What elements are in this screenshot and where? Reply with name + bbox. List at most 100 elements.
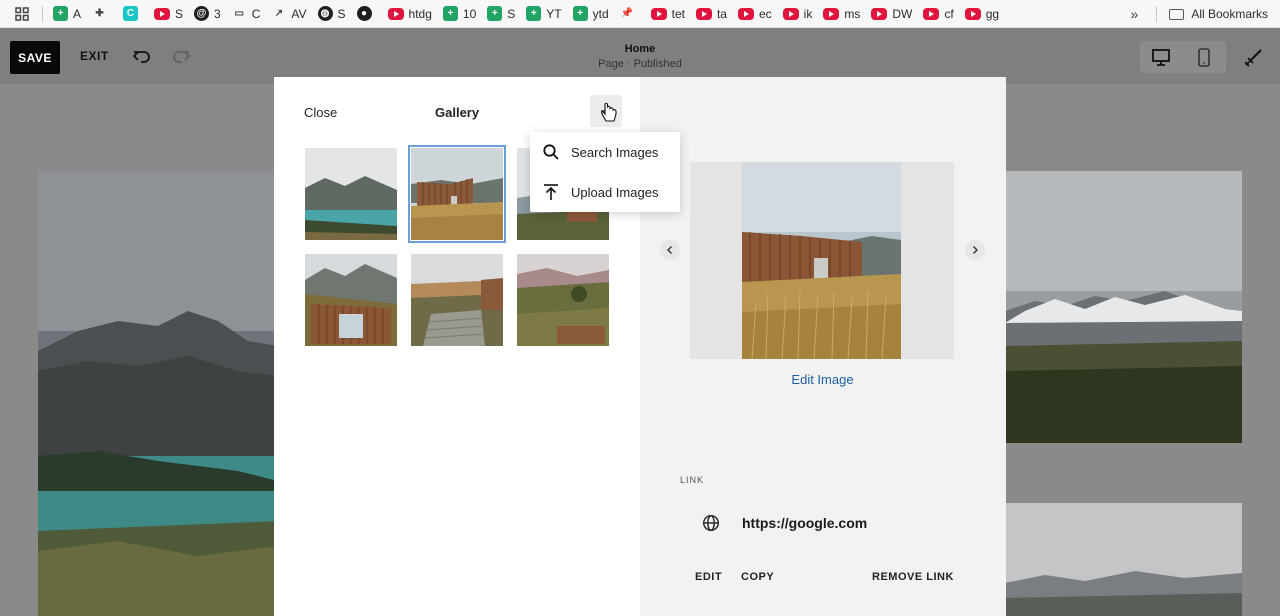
bookmark-item[interactable]: C [123, 4, 143, 24]
bookmark-item[interactable]: S [154, 4, 183, 24]
bookmark-item[interactable]: 📌 [620, 4, 640, 24]
youtube-icon [782, 7, 799, 20]
bookmark-label: tet [671, 6, 685, 21]
design-brush-icon[interactable] [1242, 47, 1264, 69]
link-url[interactable]: https://google.com [742, 515, 867, 531]
edit-link-button[interactable]: EDIT [695, 571, 722, 583]
folder-icon: ▭ [234, 8, 244, 19]
sheets-icon: + [487, 6, 503, 21]
bookmark-item[interactable]: + A [53, 4, 81, 24]
youtube-icon [871, 7, 888, 20]
chart-line-icon: ↗ [274, 8, 284, 19]
gallery-thumbnail-cabin-window[interactable] [305, 254, 397, 346]
upload-images-item[interactable]: Upload Images [530, 172, 680, 212]
gallery-thumbnail-cabin[interactable] [408, 145, 506, 243]
background-lower-image [1005, 503, 1242, 616]
bookmark-label: S [337, 6, 346, 21]
youtube-icon [737, 7, 754, 20]
bookmark-label: cf [944, 6, 954, 21]
bookmark-item[interactable]: ec [737, 4, 772, 24]
search-images-label: Search Images [571, 144, 659, 160]
link-section-label: LINK [680, 475, 705, 485]
close-button[interactable]: Close [304, 105, 337, 120]
search-icon [542, 143, 560, 161]
bookmark-item[interactable]: htdg [387, 4, 432, 24]
page-status: Page · Published [598, 58, 682, 70]
undo-icon[interactable] [132, 47, 152, 67]
youtube-icon [695, 7, 712, 20]
bookmark-label: YT [546, 6, 562, 21]
bookmark-item[interactable]: ik [782, 4, 813, 24]
bookmark-item[interactable]: ta [695, 4, 727, 24]
bookmark-label: ik [803, 6, 813, 21]
bookmark-item[interactable]: ◍ S [317, 4, 346, 24]
bookmark-item[interactable]: + S [487, 4, 515, 24]
exit-button[interactable]: EXIT [80, 49, 109, 63]
c-app-icon: C [123, 6, 139, 21]
bookmark-item[interactable]: gg [964, 4, 999, 24]
sheets-icon: + [526, 6, 542, 21]
bookmarks-bar: + A ✚ C S @3 ▭ C ↗ AV ◍ S ● htdg +10 + S + YT + ytd 📌 tet ta ec i… [0, 0, 1280, 28]
mobile-view-icon[interactable] [1196, 47, 1212, 69]
bookmark-item[interactable]: +10 [442, 4, 477, 24]
youtube-icon [923, 7, 940, 20]
sheets-icon: + [53, 6, 68, 21]
bookmark-item[interactable]: + ytd [572, 4, 609, 24]
sheets-icon: + [442, 6, 458, 21]
bookmark-label: C [251, 6, 261, 21]
bookmark-item[interactable]: ▭ C [232, 4, 261, 24]
background-mountain-image [1005, 171, 1242, 443]
sheets-icon: + [572, 6, 588, 21]
bookmark-label: htdg [408, 6, 432, 21]
upload-icon [542, 183, 560, 201]
save-button[interactable]: SAVE [10, 41, 60, 74]
next-image-button[interactable] [965, 240, 985, 260]
bookmark-item[interactable]: ✚ [92, 4, 112, 24]
bookmark-item[interactable]: @3 [194, 4, 221, 24]
upload-images-label: Upload Images [571, 184, 659, 200]
bookmark-label: ytd [592, 6, 609, 21]
apps-grid-icon[interactable] [10, 6, 34, 22]
pin-icon: 📌 [620, 8, 634, 19]
bookmark-label: ec [758, 6, 772, 21]
background-landscape-image [38, 171, 278, 616]
redo-icon[interactable] [171, 47, 191, 67]
bookmark-item[interactable]: cf [923, 4, 954, 24]
bookmark-item[interactable]: + YT [526, 4, 562, 24]
bookmark-label: S [175, 6, 184, 21]
gallery-thumbnail-lake[interactable] [305, 148, 397, 240]
bookmark-item[interactable]: ● [356, 4, 377, 24]
folder-icon [1169, 8, 1185, 20]
selected-image-preview [742, 162, 901, 359]
previous-image-button[interactable] [660, 240, 680, 260]
copy-link-button[interactable]: COPY [741, 571, 774, 583]
globe-icon [702, 514, 720, 532]
all-bookmarks-link[interactable]: All Bookmarks [1191, 7, 1268, 21]
bookmark-item[interactable]: tet [650, 4, 685, 24]
puzzle-icon: ✚ [95, 8, 104, 19]
page-title: Home [624, 43, 656, 55]
github-icon: ● [356, 6, 372, 21]
more-bookmarks-icon[interactable]: » [1131, 6, 1139, 22]
threads-icon: @ [194, 6, 210, 21]
divider [42, 5, 43, 22]
youtube-icon [964, 7, 981, 20]
bookmark-item[interactable]: ms [823, 4, 860, 24]
youtube-icon [823, 7, 840, 20]
bookmark-label: 10 [462, 6, 477, 21]
bookmark-label: 3 [214, 6, 221, 21]
bookmark-label: ms [844, 6, 861, 21]
gallery-thumbnail-steps[interactable] [411, 254, 503, 346]
bookmark-item[interactable]: ↗ AV [271, 4, 307, 24]
bookmark-item[interactable]: DW [871, 4, 912, 24]
youtube-icon [650, 7, 667, 20]
hand-cursor-icon [600, 102, 618, 124]
gallery-thumbnail-meadow-cabin[interactable] [517, 254, 609, 346]
youtube-icon [387, 7, 404, 20]
globe-icon: ◍ [317, 6, 333, 21]
desktop-view-icon[interactable] [1150, 48, 1172, 68]
image-settings-panel: Edit Image LINK https://google.com EDIT … [640, 77, 1006, 616]
edit-image-link[interactable]: Edit Image [770, 372, 875, 387]
remove-link-button[interactable]: REMOVE LINK [872, 571, 954, 583]
search-images-item[interactable]: Search Images [530, 132, 680, 172]
